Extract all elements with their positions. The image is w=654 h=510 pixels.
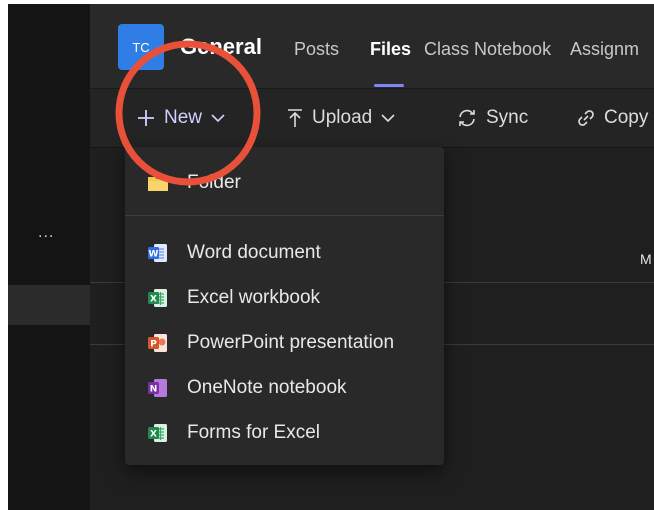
sync-button-label: Sync	[486, 107, 529, 128]
new-button[interactable]: New	[136, 89, 226, 147]
menu-item-excel-workbook[interactable]: X Excel workbook	[125, 276, 444, 320]
team-avatar: TC	[118, 24, 164, 70]
menu-item-label: Excel workbook	[187, 287, 321, 308]
chevron-down-icon	[381, 114, 395, 123]
svg-text:W: W	[149, 250, 159, 260]
more-apps-button[interactable]: ...	[38, 224, 54, 242]
menu-item-label: Word document	[187, 242, 321, 263]
chevron-down-icon	[211, 114, 225, 123]
onenote-icon: N	[148, 379, 167, 397]
tab-files[interactable]: Files	[370, 39, 411, 60]
tab-assignments[interactable]: Assignm	[570, 39, 639, 60]
svg-text:X: X	[150, 295, 157, 305]
powerpoint-icon: P	[148, 334, 167, 352]
sync-button[interactable]: Sync	[456, 89, 528, 147]
tab-posts[interactable]: Posts	[294, 39, 339, 60]
menu-item-label: OneNote notebook	[187, 377, 347, 398]
menu-item-word-document[interactable]: W Word document	[125, 231, 444, 275]
menu-divider	[125, 215, 444, 216]
word-icon: W	[148, 244, 167, 262]
forms-for-excel-icon: X	[148, 424, 167, 442]
new-item-menu: Folder W Word document X Excel workbook	[125, 147, 444, 465]
channel-title: General	[180, 34, 262, 59]
plus-icon	[138, 110, 154, 126]
upload-button-label: Upload	[312, 107, 373, 128]
files-toolbar: New Upload Sync Copy	[90, 89, 654, 148]
excel-icon: X	[148, 289, 167, 307]
upload-button[interactable]: Upload	[286, 89, 396, 147]
menu-item-label: PowerPoint presentation	[187, 332, 395, 353]
copy-link-button[interactable]: Copy	[576, 89, 648, 147]
left-rail: ...	[8, 4, 90, 510]
upload-icon	[288, 109, 302, 127]
copy-link-button-label: Copy	[604, 107, 649, 128]
menu-item-forms-for-excel[interactable]: X Forms for Excel	[125, 411, 444, 455]
menu-item-powerpoint-presentation[interactable]: P PowerPoint presentation	[125, 321, 444, 365]
column-header-modified[interactable]: M	[640, 251, 652, 267]
menu-item-onenote-notebook[interactable]: N OneNote notebook	[125, 366, 444, 410]
svg-text:N: N	[150, 385, 158, 395]
new-button-label: New	[164, 107, 203, 128]
menu-item-folder[interactable]: Folder	[125, 161, 444, 205]
teams-window: ... TC General Posts Files Class Noteboo…	[8, 4, 654, 510]
svg-text:X: X	[150, 430, 157, 440]
folder-icon	[148, 177, 168, 191]
sync-icon	[459, 109, 475, 127]
tab-class-notebook[interactable]: Class Notebook	[424, 39, 551, 60]
menu-item-label: Folder	[187, 172, 241, 193]
channel-header: TC General Posts Files Class Notebook As…	[90, 4, 654, 89]
menu-item-label: Forms for Excel	[187, 422, 321, 443]
link-icon	[578, 110, 594, 126]
active-tab-indicator	[374, 84, 404, 87]
svg-text:P: P	[150, 340, 157, 350]
